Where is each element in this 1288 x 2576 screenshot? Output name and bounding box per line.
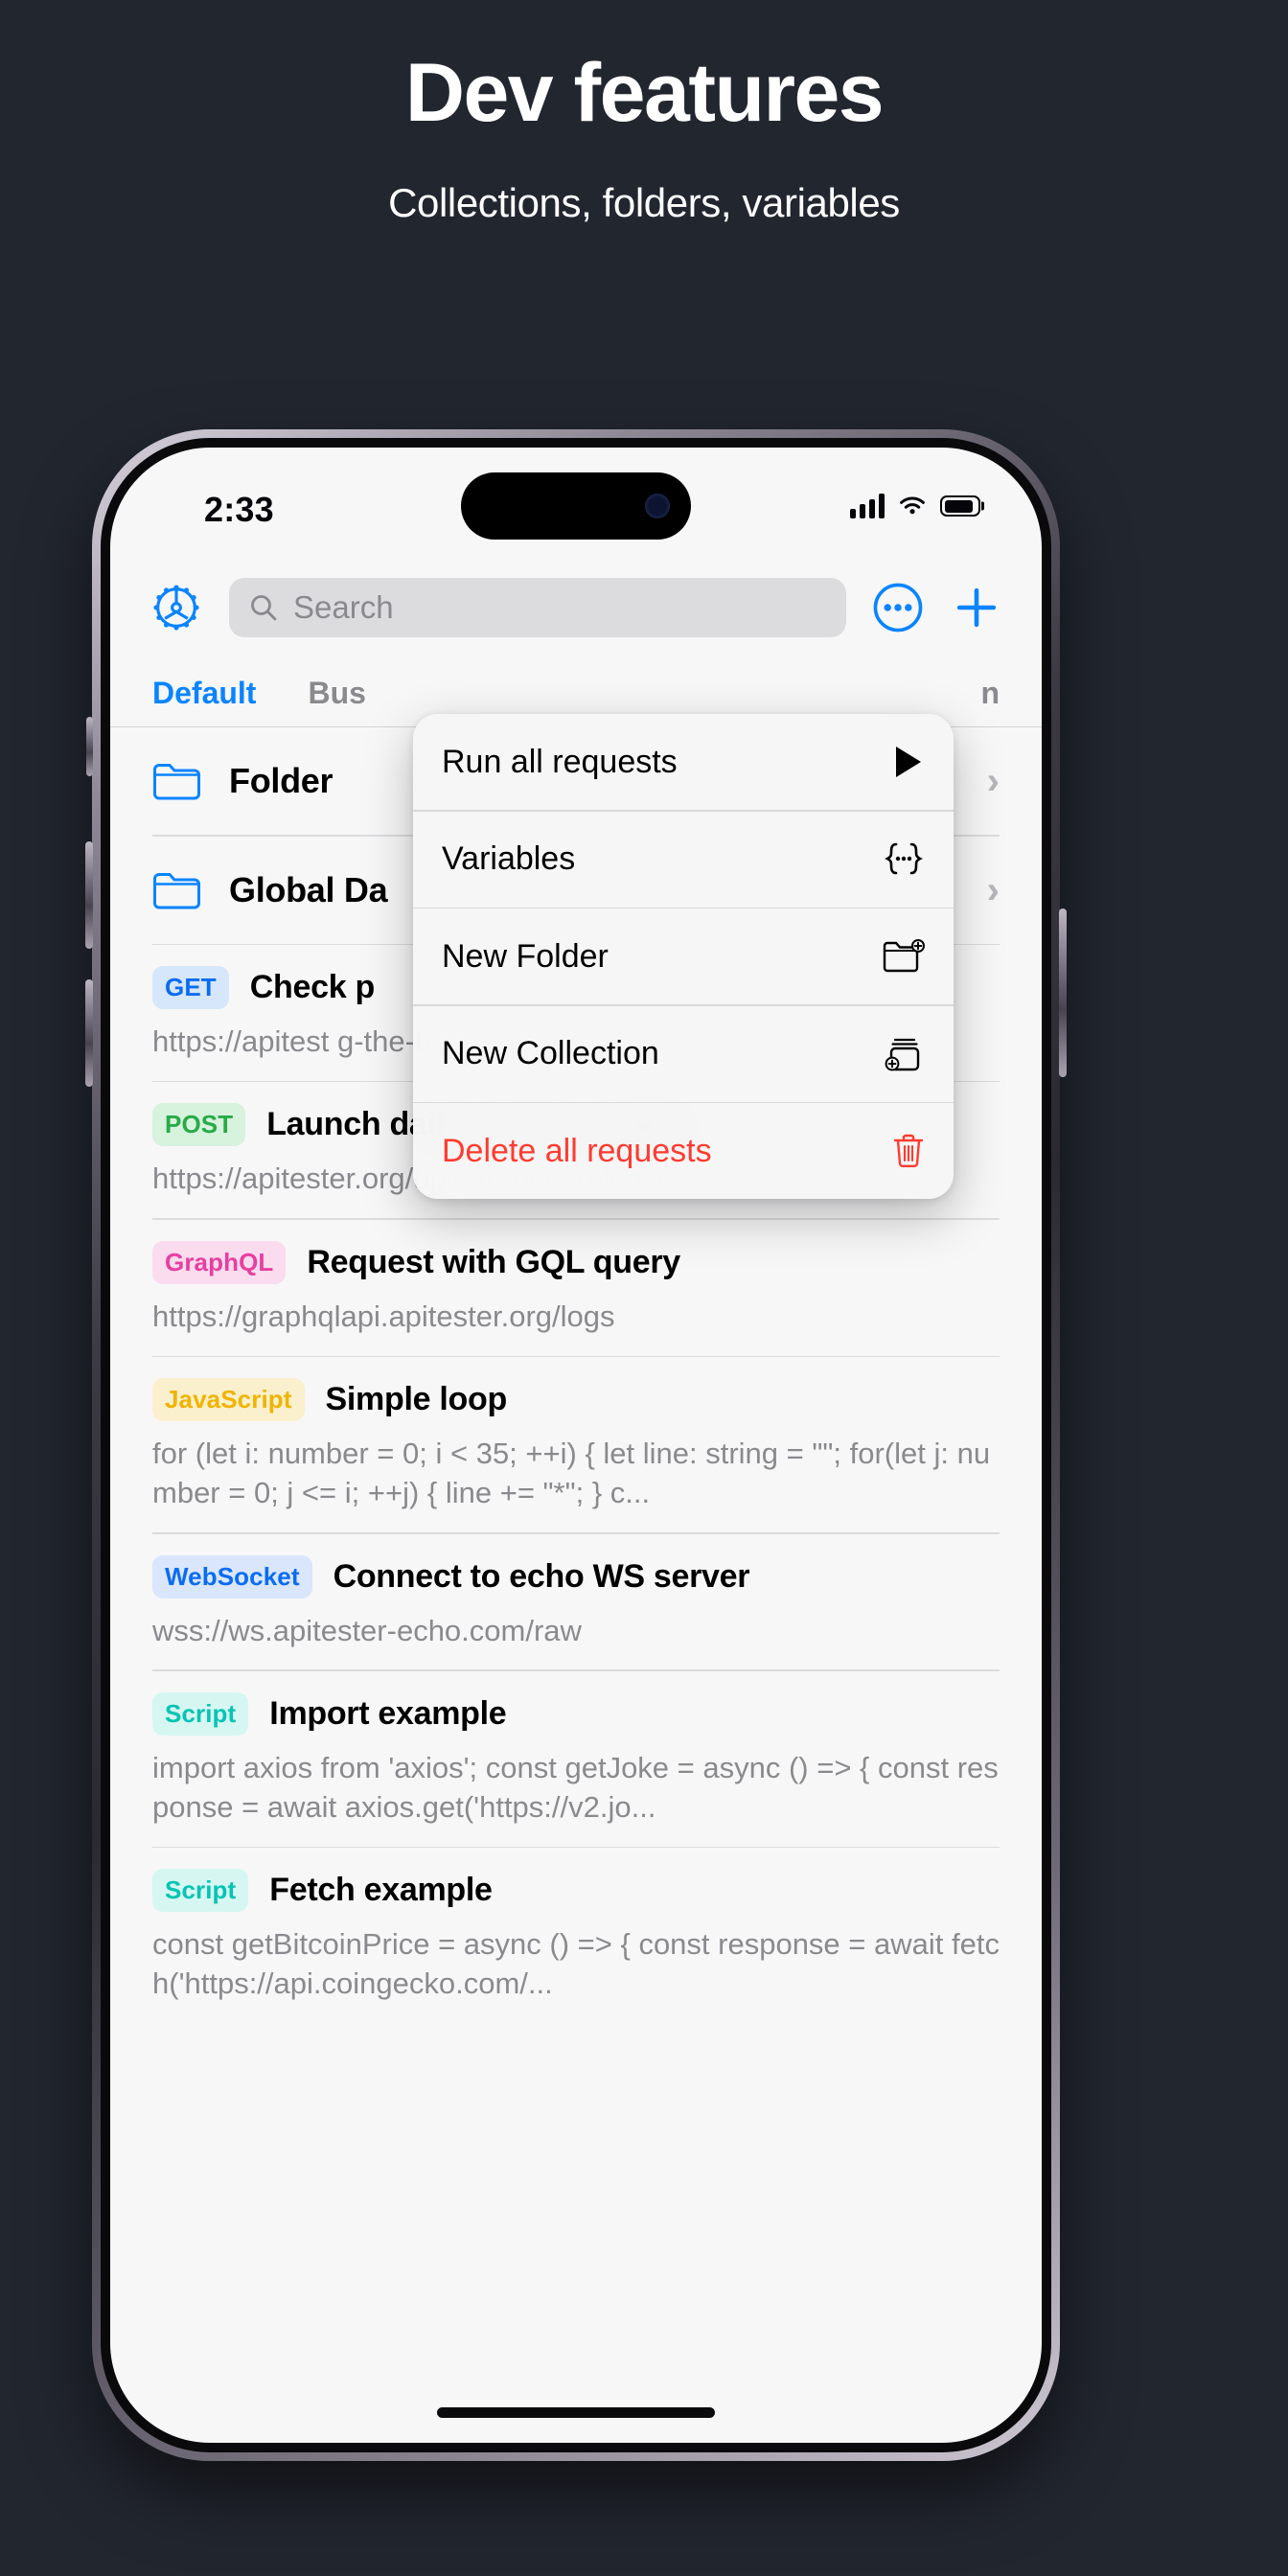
phone-screen: 2:33 Search Default Bus n Folder › Globa…	[110, 448, 1042, 2443]
phone-bezel: 2:33 Search Default Bus n Folder › Globa…	[101, 438, 1051, 2452]
search-input[interactable]: Search	[229, 578, 846, 637]
menu-item-label: Run all requests	[442, 743, 678, 780]
menu-item-label: Variables	[442, 840, 576, 877]
gear-icon[interactable]	[149, 580, 204, 635]
battery-icon	[940, 495, 980, 517]
request-title: Simple loop	[325, 1381, 508, 1418]
power-button[interactable]	[1059, 908, 1067, 1077]
volume-up-button[interactable]	[85, 841, 93, 949]
status-badge: POST	[152, 1103, 246, 1147]
status-bar-indicators	[850, 490, 980, 518]
list-item[interactable]: Script Import example import axios from …	[110, 1671, 1042, 1847]
ellipsis-circle-icon[interactable]	[871, 581, 925, 634]
menu-item-variables[interactable]: Variables	[413, 812, 954, 908]
list-item[interactable]: GraphQL Request with GQL query https://g…	[110, 1220, 1042, 1356]
list-item[interactable]: WebSocket Connect to echo WS server wss:…	[110, 1534, 1042, 1670]
status-bar: 2:33	[110, 448, 1042, 572]
folder-plus-icon	[881, 939, 925, 974]
play-icon	[881, 745, 925, 779]
trash-icon	[881, 1133, 925, 1169]
folder-icon	[153, 872, 200, 908]
status-badge: GraphQL	[152, 1240, 287, 1284]
folder-name: Folder	[229, 761, 334, 800]
folder-name: Global Da	[229, 869, 388, 909]
list-item[interactable]: Script Fetch example const getBitcoinPri…	[110, 1848, 1042, 2023]
list-item[interactable]: JavaScript Simple loop for (let i: numbe…	[110, 1357, 1042, 1532]
variables-braces-icon	[881, 841, 925, 878]
chevron-right-icon: ›	[986, 868, 1000, 911]
menu-item-run-all-requests[interactable]: Run all requests	[413, 714, 954, 810]
request-url: import axios from 'axios'; const getJoke…	[152, 1750, 999, 1824]
plus-icon[interactable]	[950, 581, 1003, 634]
status-badge: Script	[152, 1691, 249, 1736]
request-title: Fetch example	[269, 1872, 493, 1909]
status-badge: WebSocket	[152, 1554, 312, 1598]
home-indicator	[437, 2407, 715, 2418]
request-title: Import example	[269, 1694, 507, 1732]
collection-plus-icon	[881, 1035, 925, 1073]
status-badge: Script	[152, 1869, 249, 1913]
promo-header: Dev features Collections, folders, varia…	[0, 0, 1288, 226]
context-menu: Run all requests Variables New Folder Ne…	[413, 714, 954, 1199]
request-url: https://graphqlapi.apitester.org/logs	[152, 1299, 615, 1333]
request-title: Request with GQL query	[307, 1243, 680, 1280]
search-placeholder: Search	[293, 589, 394, 625]
menu-item-label: New Collection	[442, 1035, 659, 1071]
menu-item-delete-all-requests[interactable]: Delete all requests	[413, 1103, 954, 1199]
folder-icon	[153, 764, 200, 800]
tab-default[interactable]: Default	[152, 676, 256, 711]
status-badge: JavaScript	[152, 1378, 305, 1422]
cellular-signal-icon	[850, 494, 885, 518]
menu-item-new-collection[interactable]: New Collection	[413, 1006, 954, 1102]
volume-down-button[interactable]	[85, 979, 93, 1087]
silent-switch-button[interactable]	[86, 717, 93, 776]
phone-frame: 2:33 Search Default Bus n Folder › Globa…	[85, 429, 1067, 2461]
tab-third[interactable]: n	[980, 676, 1000, 711]
phone-mockup: 2:33 Search Default Bus n Folder › Globa…	[85, 429, 1194, 2576]
menu-item-new-folder[interactable]: New Folder	[413, 908, 954, 1004]
search-icon	[251, 595, 277, 621]
request-url: const getBitcoinPrice = async () => { co…	[152, 1927, 1000, 2001]
page-subtitle: Collections, folders, variables	[388, 180, 900, 226]
request-title: Connect to echo WS server	[333, 1557, 750, 1595]
page-title: Dev features	[404, 47, 885, 139]
dynamic-island	[461, 472, 691, 540]
request-url: for (let i: number = 0; i < 35; ++i) { l…	[152, 1437, 991, 1510]
wifi-icon	[900, 496, 925, 515]
request-title: Check p	[249, 969, 375, 1005]
status-bar-time: 2:33	[204, 490, 274, 529]
request-url: wss://ws.apitester-echo.com/raw	[152, 1613, 582, 1647]
status-badge: GET	[152, 966, 229, 1009]
menu-item-label: New Folder	[442, 937, 609, 975]
tab-business[interactable]: Bus	[308, 676, 365, 711]
menu-item-label: Delete all requests	[442, 1132, 712, 1169]
chevron-right-icon: ›	[986, 760, 1000, 802]
app-toolbar: Search	[110, 572, 1042, 658]
front-camera-icon	[645, 494, 670, 518]
